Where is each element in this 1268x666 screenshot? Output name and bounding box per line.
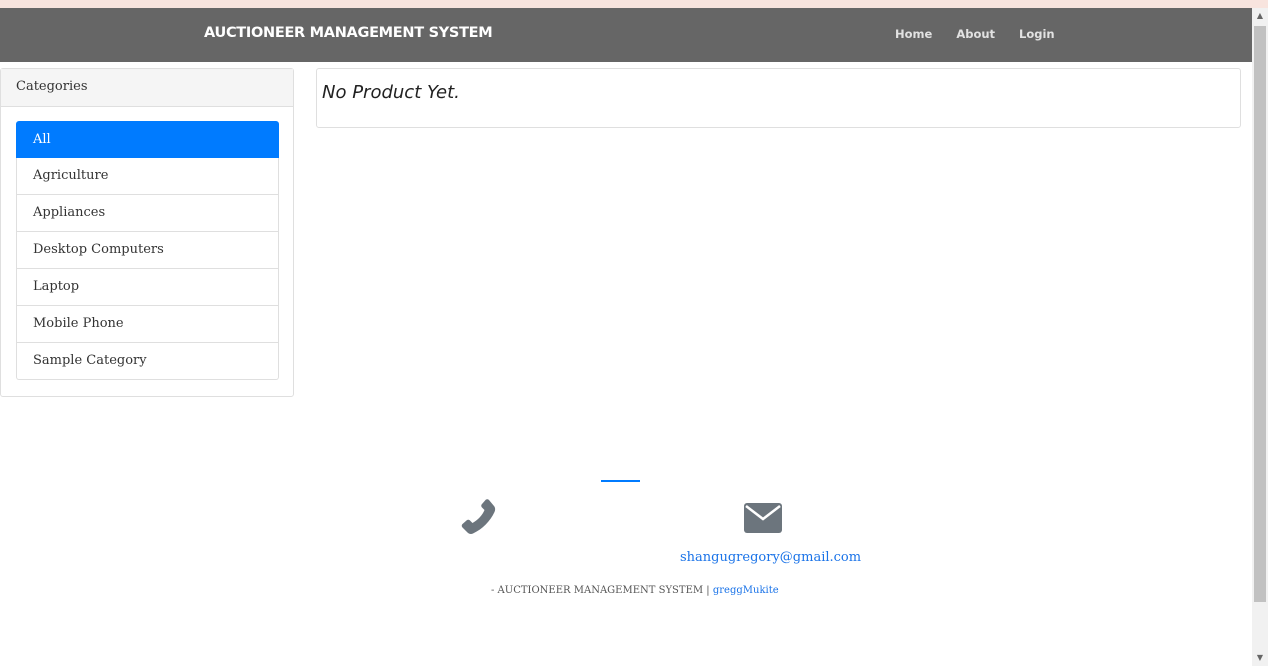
nav-links: Home About Login xyxy=(895,27,1079,41)
scroll-down-arrow-icon[interactable]: ▼ xyxy=(1252,650,1268,666)
scroll-thumb[interactable] xyxy=(1254,26,1266,602)
category-item-mobile-phone[interactable]: Mobile Phone xyxy=(16,306,279,343)
scroll-up-arrow-icon[interactable]: ▲ xyxy=(1252,8,1268,24)
categories-panel: Categories All Agriculture Appliances De… xyxy=(0,68,294,397)
category-item-laptop[interactable]: Laptop xyxy=(16,269,279,306)
nav-about-link[interactable]: About xyxy=(956,27,995,41)
nav-login-link[interactable]: Login xyxy=(1019,27,1055,41)
category-item-agriculture[interactable]: Agriculture xyxy=(16,158,279,195)
brand-title[interactable]: AUCTIONEER MANAGEMENT SYSTEM xyxy=(204,25,493,41)
page-scrollbar[interactable]: ▲ ▼ xyxy=(1252,8,1268,666)
empty-products-message: No Product Yet. xyxy=(322,82,460,103)
footer-accent-divider xyxy=(601,480,640,482)
navbar: AUCTIONEER MANAGEMENT SYSTEM Home About … xyxy=(0,8,1252,62)
footer-separator: | xyxy=(706,585,710,596)
footer-copyright-text: - AUCTIONEER MANAGEMENT SYSTEM xyxy=(491,585,704,596)
contact-email-link[interactable]: shangugregory@gmail.com xyxy=(680,550,861,565)
category-item-sample-category[interactable]: Sample Category xyxy=(16,343,279,380)
nav-home-link[interactable]: Home xyxy=(895,27,932,41)
categories-heading: Categories xyxy=(1,69,293,107)
footer-copyright: - AUCTIONEER MANAGEMENT SYSTEM | greggMu… xyxy=(491,585,779,596)
phone-icon xyxy=(458,498,498,538)
category-list: All Agriculture Appliances Desktop Compu… xyxy=(16,121,279,380)
products-panel: No Product Yet. xyxy=(316,68,1241,128)
footer-author-link[interactable]: greggMukite xyxy=(713,585,779,596)
category-item-all[interactable]: All xyxy=(16,121,279,158)
category-item-appliances[interactable]: Appliances xyxy=(16,195,279,232)
category-item-desktop-computers[interactable]: Desktop Computers xyxy=(16,232,279,269)
envelope-icon xyxy=(744,503,782,533)
browser-top-strip xyxy=(0,0,1268,8)
